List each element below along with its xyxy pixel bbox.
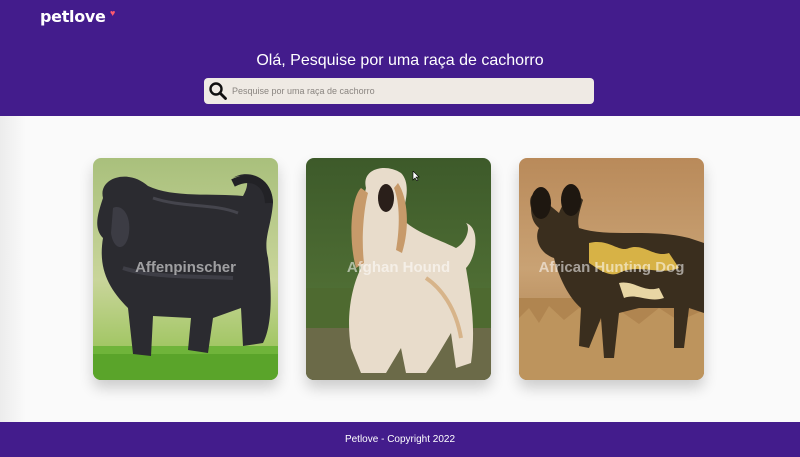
copyright-text: Petlove - Copyright 2022 [344,434,456,445]
mouse-cursor-icon [412,171,420,181]
breed-card-african-hunting-dog[interactable]: African Hunting Dog [519,158,704,380]
breed-card-afghan-hound[interactable]: Afghan Hound [306,158,491,380]
breed-card-affenpinscher[interactable]: Affenpinscher [93,158,278,380]
petlove-logo[interactable]: petlove [40,7,106,26]
footer: Petlove - Copyright 2022 [0,422,800,457]
page-title: Olá, Pesquise por uma raça de cachorro [256,52,544,69]
page-edge-shadow [0,116,26,422]
breed-name: Affenpinscher [135,259,236,276]
search-bar[interactable] [204,78,594,104]
header: petlove ♥ Olá, Pesquise por uma raça de … [0,0,800,116]
search-input[interactable] [232,81,587,101]
breed-name: African Hunting Dog [538,259,685,276]
search-icon[interactable] [208,81,228,101]
breed-name: Afghan Hound [346,259,451,276]
heart-icon: ♥ [110,8,116,18]
